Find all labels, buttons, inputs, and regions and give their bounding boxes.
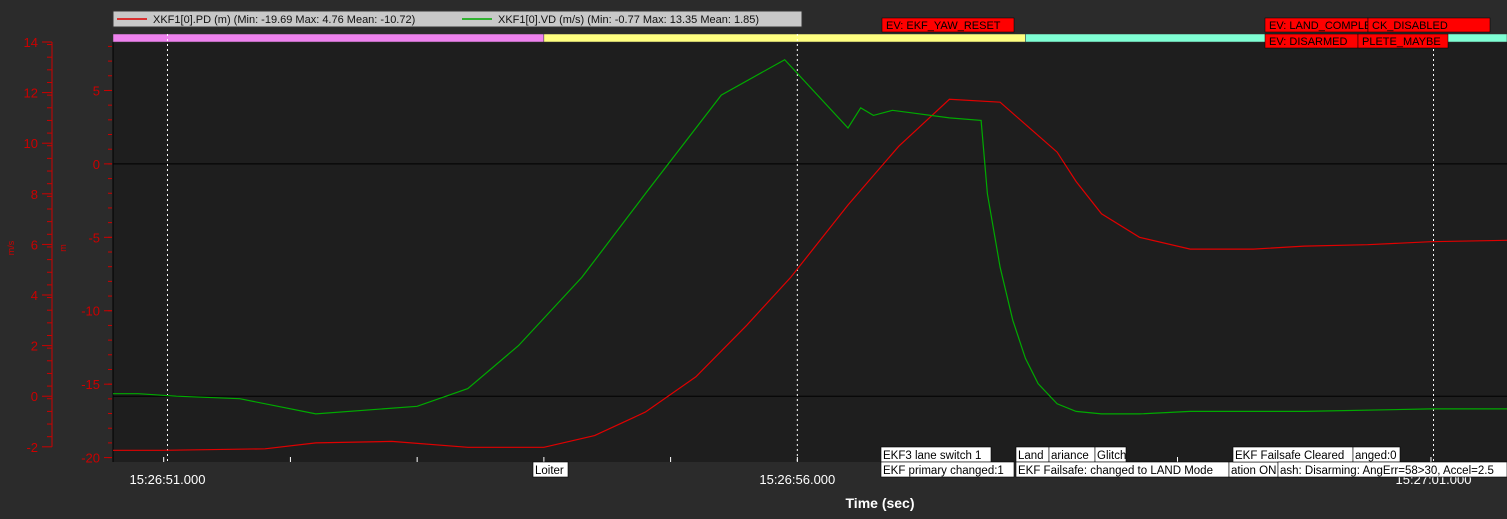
y-left-tick-label: 4 (31, 288, 38, 303)
message-label: EKF3 lane switch 1 (883, 450, 981, 462)
message-label: ariance (1051, 450, 1089, 462)
legend-entry: XKF1[0].VD (m/s) (Min: -0.77 Max: 13.35 … (498, 14, 759, 26)
x-axis-title: Time (sec) (846, 495, 915, 511)
y-left-tick-label: 8 (31, 187, 38, 202)
message-label: Glitch (1097, 450, 1126, 462)
event-label: CK_DISABLED (1372, 20, 1448, 32)
y-right-tick-label: -20 (81, 451, 100, 466)
y-right-tick-label: 5 (93, 83, 100, 98)
y-left-tick-label: 10 (24, 136, 38, 151)
plot-area (113, 42, 1507, 462)
mode-bar-1 (112, 33, 545, 43)
message-label: ash: Disarming: AngErr=58>30, Accel=2.5 (1280, 465, 1494, 477)
message-label: EKF primary changed:1 (883, 465, 1004, 477)
event-label: EV: EKF_YAW_RESET (886, 20, 1001, 32)
x-tick-label: 15:26:56.000 (759, 472, 835, 487)
y-right-tick-label: -5 (88, 230, 100, 245)
y-right-tick-label: -10 (81, 304, 100, 319)
message-label: EKF Failsafe: changed to LAND Mode (1018, 465, 1213, 477)
y-left-unit-label: m/s (6, 240, 16, 255)
y-left-tick-label: 6 (31, 237, 38, 252)
message-label: anged:0 (1355, 450, 1397, 462)
x-tick-label: 15:26:51.000 (130, 472, 206, 487)
y-left-tick-label: 2 (31, 339, 38, 354)
y-right-tick-label: 0 (93, 157, 100, 172)
legend-entry: XKF1[0].PD (m) (Min: -19.69 Max: 4.76 Me… (153, 14, 415, 26)
y-left-tick-label: -2 (26, 440, 38, 455)
y-right-unit-label: m (58, 244, 68, 252)
event-label: EV: DISARMED (1269, 36, 1347, 48)
message-label: EKF Failsafe Cleared (1235, 450, 1344, 462)
y-right-tick-label: -15 (81, 377, 100, 392)
message-label: ation ON (1231, 465, 1276, 477)
message-label: Loiter (535, 465, 564, 477)
y-left-tick-label: 12 (24, 86, 38, 101)
event-label: PLETE_MAYBE (1362, 36, 1441, 48)
y-left-tick-label: 0 (31, 389, 38, 404)
message-label: Land (1018, 450, 1044, 462)
chart: -202468101214m/s-20-15-10-505m15:26:51.0… (6, 10, 1507, 511)
mode-bar-2 (543, 33, 1026, 43)
y-left-tick-label: 14 (24, 35, 38, 50)
